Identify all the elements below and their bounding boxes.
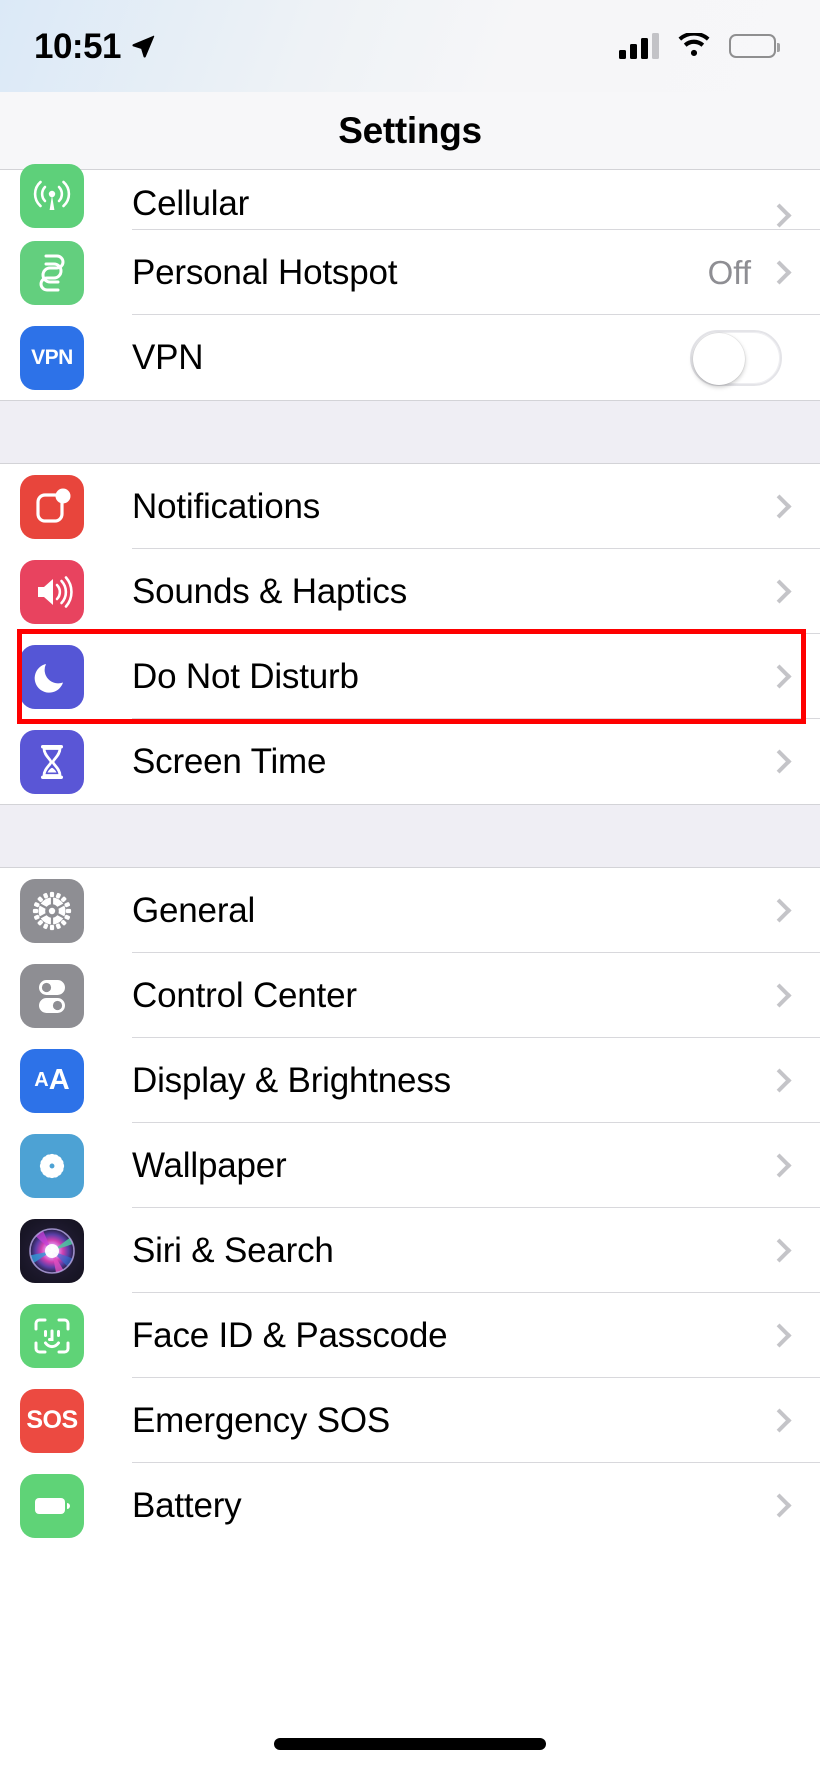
settings-row-label: Siri & Search bbox=[132, 1231, 334, 1271]
settings-row-cellular[interactable]: Cellular bbox=[0, 170, 820, 230]
settings-row-label: General bbox=[132, 891, 255, 931]
settings-row-emergency-sos[interactable]: SOS Emergency SOS bbox=[0, 1378, 820, 1463]
row-accessory: Off bbox=[708, 254, 820, 292]
display-brightness-icon: AA bbox=[20, 1049, 84, 1113]
page-title: Settings bbox=[338, 110, 482, 152]
chevron-right-icon[interactable] bbox=[767, 1153, 791, 1177]
settings-row-label: VPN bbox=[132, 338, 203, 378]
row-accessory bbox=[771, 498, 820, 515]
row-accessory bbox=[771, 753, 820, 770]
settings-row-control-center[interactable]: Control Center bbox=[0, 953, 820, 1038]
screen-time-hourglass-icon bbox=[20, 730, 84, 794]
row-accessory bbox=[771, 987, 820, 1004]
settings-row-face-id-passcode[interactable]: Face ID & Passcode bbox=[0, 1293, 820, 1378]
settings-row-label: Control Center bbox=[132, 976, 357, 1016]
settings-row-vpn[interactable]: VPN VPN bbox=[0, 315, 820, 400]
settings-row-label: Battery bbox=[132, 1486, 241, 1526]
row-accessory bbox=[771, 668, 820, 685]
settings-row-siri-search[interactable]: Siri & Search bbox=[0, 1208, 820, 1293]
settings-row-label: Display & Brightness bbox=[132, 1061, 451, 1101]
status-bar: 10:51 bbox=[0, 0, 820, 92]
row-accessory bbox=[771, 902, 820, 919]
row-accessory bbox=[771, 207, 820, 224]
wallpaper-flower-icon bbox=[20, 1134, 84, 1198]
row-accessory bbox=[690, 330, 820, 386]
navigation-bar: Settings bbox=[0, 92, 820, 170]
chevron-right-icon[interactable] bbox=[767, 1068, 791, 1092]
settings-row-label: Personal Hotspot bbox=[132, 253, 397, 293]
row-accessory bbox=[771, 1327, 820, 1344]
chevron-right-icon[interactable] bbox=[767, 203, 791, 227]
settings-group-connectivity: Cellular Personal Hotspot Off VPN VPN bbox=[0, 170, 820, 400]
row-accessory bbox=[771, 1242, 820, 1259]
settings-row-wallpaper[interactable]: Wallpaper bbox=[0, 1123, 820, 1208]
settings-row-screen-time[interactable]: Screen Time bbox=[0, 719, 820, 804]
settings-group-system: General Control Center AA Display & Brig… bbox=[0, 868, 820, 1548]
settings-list[interactable]: Cellular Personal Hotspot Off VPN VPN bbox=[0, 170, 820, 1548]
status-bar-left: 10:51 bbox=[34, 29, 156, 64]
section-gap bbox=[0, 804, 820, 868]
settings-row-label: Cellular bbox=[132, 184, 249, 224]
cellular-bars-icon bbox=[619, 33, 659, 59]
status-bar-right bbox=[619, 33, 776, 59]
settings-row-display-brightness[interactable]: AA Display & Brightness bbox=[0, 1038, 820, 1123]
settings-row-sounds-haptics[interactable]: Sounds & Haptics bbox=[0, 549, 820, 634]
do-not-disturb-moon-icon bbox=[20, 645, 84, 709]
status-bar-clock: 10:51 bbox=[34, 29, 121, 64]
chevron-right-icon[interactable] bbox=[767, 983, 791, 1007]
vpn-toggle[interactable] bbox=[690, 330, 782, 386]
settings-row-label: Wallpaper bbox=[132, 1146, 286, 1186]
settings-row-label: Face ID & Passcode bbox=[132, 1316, 447, 1356]
emergency-sos-icon: SOS bbox=[20, 1389, 84, 1453]
chevron-right-icon[interactable] bbox=[767, 1493, 791, 1517]
row-accessory bbox=[771, 1157, 820, 1174]
settings-row-label: Sounds & Haptics bbox=[132, 572, 407, 612]
sounds-haptics-icon bbox=[20, 560, 84, 624]
chevron-right-icon[interactable] bbox=[767, 1408, 791, 1432]
settings-row-label: Emergency SOS bbox=[132, 1401, 390, 1441]
iphone-settings-screen: 10:51 Settings Cellular bbox=[0, 0, 820, 1776]
settings-row-label: Do Not Disturb bbox=[132, 657, 359, 697]
chevron-right-icon[interactable] bbox=[767, 260, 791, 284]
location-arrow-icon bbox=[130, 33, 156, 59]
row-accessory bbox=[771, 1412, 820, 1429]
row-accessory bbox=[771, 1497, 820, 1514]
chevron-right-icon[interactable] bbox=[767, 494, 791, 518]
row-accessory bbox=[771, 1072, 820, 1089]
settings-row-notifications[interactable]: Notifications bbox=[0, 464, 820, 549]
notifications-icon bbox=[20, 475, 84, 539]
general-gear-icon bbox=[20, 879, 84, 943]
personal-hotspot-icon bbox=[20, 241, 84, 305]
settings-row-general[interactable]: General bbox=[0, 868, 820, 953]
section-gap bbox=[0, 400, 820, 464]
settings-group-alerts: Notifications Sounds & Haptics Do Not Di… bbox=[0, 464, 820, 804]
settings-row-label: Screen Time bbox=[132, 742, 326, 782]
row-accessory bbox=[771, 583, 820, 600]
settings-row-personal-hotspot[interactable]: Personal Hotspot Off bbox=[0, 230, 820, 315]
siri-icon bbox=[20, 1219, 84, 1283]
settings-row-battery[interactable]: Battery bbox=[0, 1463, 820, 1548]
battery-settings-icon bbox=[20, 1474, 84, 1538]
chevron-right-icon[interactable] bbox=[767, 1238, 791, 1262]
control-center-icon bbox=[20, 964, 84, 1028]
chevron-right-icon[interactable] bbox=[767, 749, 791, 773]
face-id-icon bbox=[20, 1304, 84, 1368]
cellular-icon bbox=[20, 164, 84, 228]
chevron-right-icon[interactable] bbox=[767, 898, 791, 922]
row-value: Off bbox=[708, 254, 751, 292]
vpn-icon: VPN bbox=[20, 326, 84, 390]
chevron-right-icon[interactable] bbox=[767, 1323, 791, 1347]
chevron-right-icon[interactable] bbox=[767, 664, 791, 688]
settings-row-label: Notifications bbox=[132, 487, 320, 527]
settings-row-do-not-disturb[interactable]: Do Not Disturb bbox=[0, 634, 820, 719]
wifi-icon bbox=[676, 33, 712, 59]
chevron-right-icon[interactable] bbox=[767, 579, 791, 603]
battery-icon bbox=[729, 34, 776, 58]
home-indicator-bar[interactable] bbox=[274, 1738, 546, 1750]
